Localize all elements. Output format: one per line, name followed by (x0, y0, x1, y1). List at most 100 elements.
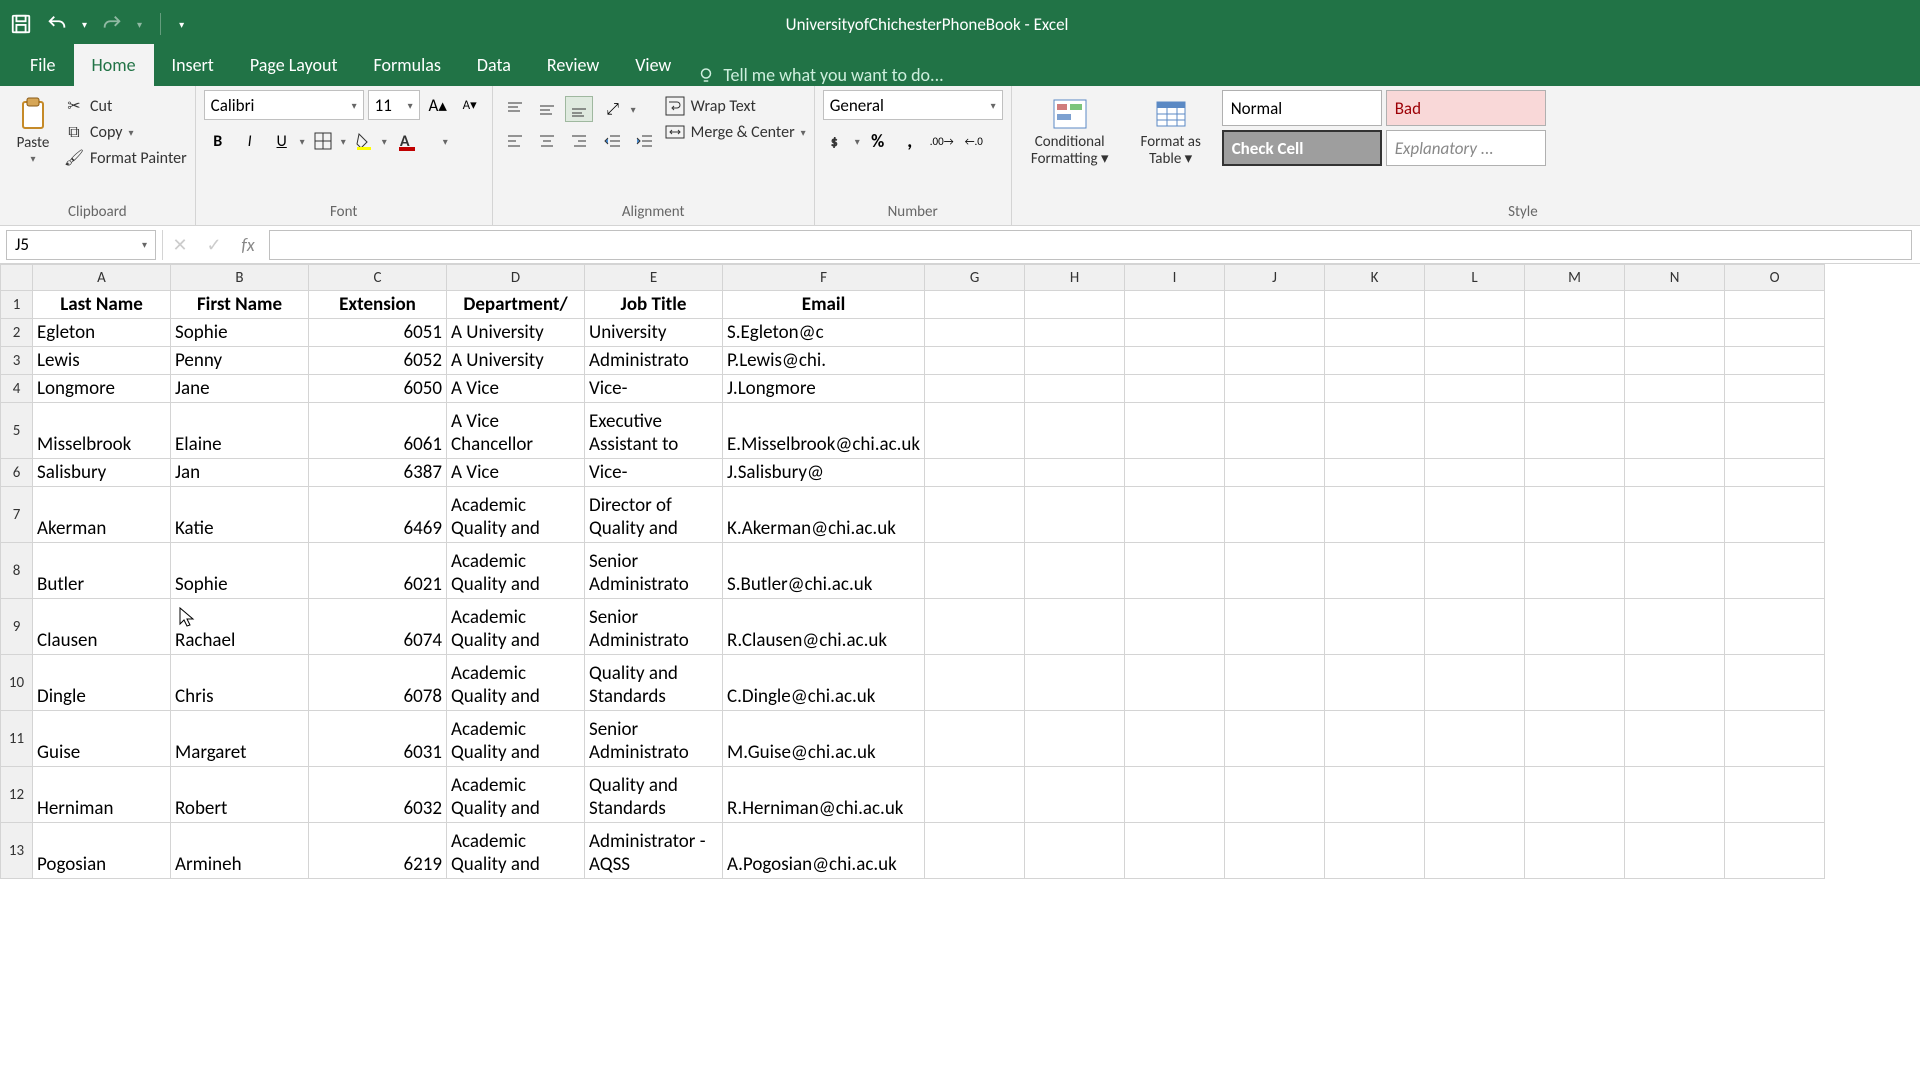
cell[interactable]: J.Longmore (723, 375, 925, 403)
cell[interactable]: 6061 (309, 403, 447, 459)
select-all-corner[interactable] (1, 265, 33, 291)
tab-review[interactable]: Review (529, 44, 617, 86)
style-bad[interactable]: Bad (1386, 90, 1546, 126)
cell[interactable]: R.Clausen@chi.ac.uk (723, 599, 925, 655)
cell[interactable]: A University (447, 319, 585, 347)
col-header[interactable]: B (171, 265, 309, 291)
cell[interactable]: Robert (171, 767, 309, 823)
cell[interactable]: K.Akerman@chi.ac.uk (723, 487, 925, 543)
borders-button[interactable] (309, 128, 337, 154)
tab-page-layout[interactable]: Page Layout (232, 44, 356, 86)
col-header[interactable]: O (1725, 265, 1825, 291)
cell[interactable]: 6021 (309, 543, 447, 599)
worksheet-grid[interactable]: A B C D E F G H I J K L M N O 1 Last Nam… (0, 264, 1920, 879)
cell[interactable]: Jane (171, 375, 309, 403)
copy-button[interactable]: ⧉ Copy ▾ (64, 122, 187, 142)
font-color-dropdown-icon[interactable]: ▾ (443, 135, 448, 148)
col-header[interactable]: K (1325, 265, 1425, 291)
cell[interactable]: Margaret (171, 711, 309, 767)
align-bottom-icon[interactable] (565, 96, 593, 122)
redo-icon[interactable] (101, 13, 123, 35)
row-header[interactable]: 5 (1, 403, 33, 459)
col-header[interactable]: E (585, 265, 723, 291)
cell[interactable]: S.Butler@chi.ac.uk (723, 543, 925, 599)
align-left-icon[interactable] (501, 128, 529, 154)
cell[interactable]: Administrator - AQSS (585, 823, 723, 879)
col-header[interactable]: F (723, 265, 925, 291)
cell[interactable]: Sophie (171, 319, 309, 347)
underline-button[interactable]: U (268, 128, 296, 154)
style-normal[interactable]: Normal (1222, 90, 1382, 126)
cell[interactable]: A Vice (447, 459, 585, 487)
cell[interactable]: 6032 (309, 767, 447, 823)
cell[interactable]: P.Lewis@chi. (723, 347, 925, 375)
save-icon[interactable] (10, 13, 32, 35)
col-header[interactable]: G (925, 265, 1025, 291)
conditional-formatting-button[interactable]: Conditional Formatting ▾ (1020, 90, 1120, 167)
undo-dropdown-icon[interactable]: ▾ (82, 18, 87, 31)
cell[interactable]: Pogosian (33, 823, 171, 879)
cell[interactable]: Email (723, 291, 925, 319)
cell[interactable]: Academic Quality and (447, 599, 585, 655)
cell[interactable]: A Vice (447, 375, 585, 403)
cell[interactable]: Administrato (585, 347, 723, 375)
cell[interactable]: Egleton (33, 319, 171, 347)
cell[interactable]: Department/ (447, 291, 585, 319)
cell[interactable]: R.Herniman@chi.ac.uk (723, 767, 925, 823)
font-name-select[interactable]: Calibri ▾ (204, 90, 364, 120)
cell[interactable]: Quality and Standards (585, 655, 723, 711)
decrease-indent-icon[interactable] (599, 128, 627, 154)
tab-view[interactable]: View (617, 44, 689, 86)
format-as-table-button[interactable]: Format as Table ▾ (1126, 90, 1216, 167)
cell[interactable]: Elaine (171, 403, 309, 459)
cell[interactable]: Senior Administrato (585, 711, 723, 767)
align-top-icon[interactable] (501, 96, 529, 122)
row-header[interactable]: 6 (1, 459, 33, 487)
accounting-format-icon[interactable]: $ (823, 128, 851, 154)
format-painter-button[interactable]: 🖌 Format Painter (64, 148, 187, 168)
align-center-icon[interactable] (533, 128, 561, 154)
cell[interactable]: Katie (171, 487, 309, 543)
cell[interactable]: 6387 (309, 459, 447, 487)
cell[interactable]: 6469 (309, 487, 447, 543)
cell[interactable]: Academic Quality and (447, 767, 585, 823)
cell[interactable]: A Vice Chancellor (447, 403, 585, 459)
cell[interactable]: Senior Administrato (585, 543, 723, 599)
cell[interactable]: A.Pogosian@chi.ac.uk (723, 823, 925, 879)
cell[interactable]: University (585, 319, 723, 347)
cell[interactable]: Armineh (171, 823, 309, 879)
row-header[interactable]: 8 (1, 543, 33, 599)
row-header[interactable]: 10 (1, 655, 33, 711)
cell[interactable]: Longmore (33, 375, 171, 403)
cell[interactable]: Dingle (33, 655, 171, 711)
increase-indent-icon[interactable] (631, 128, 659, 154)
borders-dropdown-icon[interactable]: ▾ (341, 135, 346, 148)
cell[interactable]: Jan (171, 459, 309, 487)
font-size-select[interactable]: 11 ▾ (368, 90, 420, 120)
style-check-cell[interactable]: Check Cell (1222, 130, 1382, 166)
col-header[interactable]: D (447, 265, 585, 291)
increase-decimal-icon[interactable]: .00→ (928, 128, 956, 154)
cell[interactable]: Guise (33, 711, 171, 767)
cell[interactable]: Job Title (585, 291, 723, 319)
align-right-icon[interactable] (565, 128, 593, 154)
comma-format-icon[interactable]: , (896, 128, 924, 154)
tab-file[interactable]: File (12, 44, 74, 86)
underline-dropdown-icon[interactable]: ▾ (300, 135, 305, 148)
enter-formula-icon[interactable]: ✓ (197, 230, 231, 260)
tab-home[interactable]: Home (74, 44, 154, 86)
row-header[interactable]: 4 (1, 375, 33, 403)
paste-button[interactable]: Paste ▾ (8, 90, 58, 165)
cell[interactable]: Sophie (171, 543, 309, 599)
row-header[interactable]: 1 (1, 291, 33, 319)
cell[interactable]: Executive Assistant to (585, 403, 723, 459)
merge-center-button[interactable]: Merge & Center ▾ (665, 122, 806, 142)
tab-formulas[interactable]: Formulas (356, 44, 459, 86)
decrease-decimal-icon[interactable]: ←.0 (960, 128, 988, 154)
number-format-select[interactable]: General ▾ (823, 90, 1003, 120)
orientation-dropdown-icon[interactable]: ▾ (631, 103, 636, 116)
italic-button[interactable]: I (236, 128, 264, 154)
col-header[interactable]: H (1025, 265, 1125, 291)
cell[interactable]: Academic Quality and (447, 823, 585, 879)
align-middle-icon[interactable] (533, 96, 561, 122)
